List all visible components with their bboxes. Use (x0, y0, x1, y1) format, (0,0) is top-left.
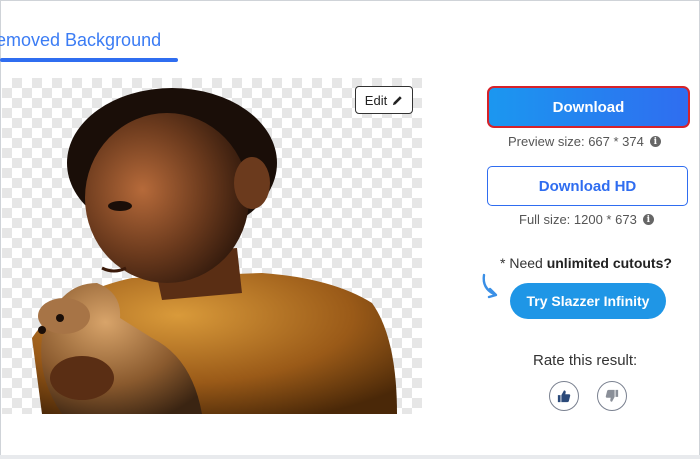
info-icon[interactable]: i (649, 136, 661, 147)
curved-arrow-icon (482, 273, 498, 299)
bottom-divider (0, 455, 700, 459)
info-icon[interactable]: i (642, 214, 654, 225)
result-image (32, 88, 397, 414)
preview-size-text: Preview size: 667 * 374 (508, 134, 644, 149)
full-size-text: Full size: 1200 * 673 (519, 212, 637, 227)
edit-button[interactable]: Edit (355, 86, 413, 114)
download-button[interactable]: Download (487, 86, 690, 128)
promo-highlight: unlimited cutouts? (546, 255, 672, 271)
full-size-info: Full size: 1200 * 673 i (519, 212, 654, 227)
rate-label: Rate this result: (533, 352, 638, 369)
thumbs-down-button[interactable] (597, 381, 627, 411)
try-slazzer-infinity-button[interactable]: Try Slazzer Infinity (510, 283, 666, 319)
thumbs-up-icon (557, 390, 571, 403)
preview-canvas (2, 78, 422, 414)
thumbs-up-button[interactable] (549, 381, 579, 411)
pencil-icon (393, 95, 402, 105)
download-hd-button[interactable]: Download HD (487, 166, 688, 206)
promo-text: * Need unlimited cutouts? (500, 255, 672, 271)
preview-size-info: Preview size: 667 * 374 i (508, 134, 661, 149)
active-tab-indicator (0, 58, 178, 62)
thumbs-down-icon (605, 389, 619, 402)
promo-prefix: * Need (500, 255, 547, 271)
edit-label: Edit (364, 92, 388, 108)
